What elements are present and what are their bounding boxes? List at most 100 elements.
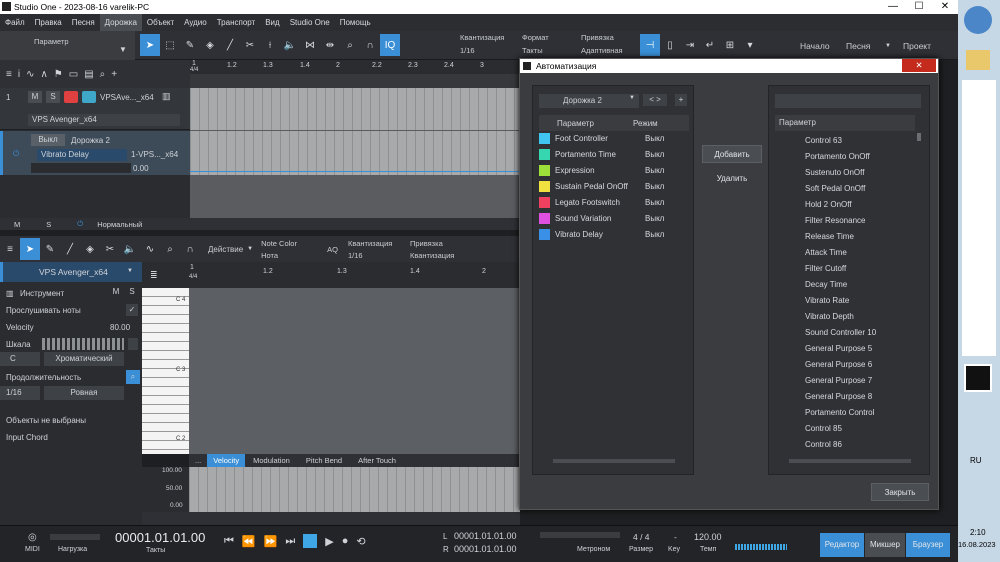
track-2[interactable]: Выкл Дорожка 2 ⏻ Vibrato Delay 1-VPS..._… [0, 131, 190, 175]
velocity-value[interactable]: 80.00 [110, 323, 130, 332]
lane-tab-pitch-bend[interactable]: Pitch Bend [298, 456, 350, 465]
add-track-icon[interactable]: + [675, 94, 687, 106]
horizontal-scrollbar[interactable] [190, 218, 520, 230]
snap-magnet-icon[interactable]: ∩ [360, 34, 380, 56]
available-param-row[interactable]: Decay Time [775, 277, 915, 293]
available-param-row[interactable]: Vibrato Rate [775, 293, 915, 309]
mute-tool-icon[interactable]: ✂ [100, 238, 120, 260]
available-param-row[interactable]: General Purpose 5 [775, 341, 915, 357]
zoom-tool-icon[interactable]: ⌕ [160, 238, 180, 260]
track-2-lane[interactable] [190, 131, 520, 175]
forward-icon[interactable]: ⏩ [264, 535, 278, 548]
mute-tool-icon[interactable]: ✂ [240, 34, 260, 56]
available-param-row[interactable]: Portamento OnOff [775, 149, 915, 165]
pencil-tool-icon[interactable]: ✎ [40, 238, 60, 260]
automation-value-bar[interactable] [31, 163, 131, 173]
automation-param-row[interactable]: Expression Выкл [539, 163, 689, 179]
add-track-icon[interactable]: + [111, 69, 117, 80]
remove-button[interactable]: Удалить [702, 169, 762, 187]
available-param-row[interactable]: Control 63 [775, 133, 915, 149]
param-mode[interactable]: Выкл [645, 147, 664, 163]
maximize-button[interactable]: ☐ [906, 0, 932, 14]
pencil-tool-icon[interactable]: ✎ [180, 34, 200, 56]
scale-keyboard[interactable] [42, 338, 124, 350]
return-zero-icon[interactable]: ⏮ [224, 535, 234, 548]
view-mode[interactable]: Нормальный [97, 220, 142, 229]
eraser-tool-icon[interactable]: ◈ [80, 238, 100, 260]
snap-control[interactable]: Привязка Адаптивная [581, 33, 637, 55]
format-control[interactable]: Формат Такты [522, 33, 577, 55]
automation-param-select[interactable]: Vibrato Delay [37, 149, 127, 161]
mute-button[interactable]: M [110, 287, 122, 299]
vertical-scrollbar[interactable] [917, 133, 921, 141]
metronome-slider[interactable] [540, 532, 620, 538]
curve-icon[interactable]: ∧ [40, 69, 47, 80]
arrow-tool-icon[interactable]: ➤ [140, 34, 160, 56]
start-orb-icon[interactable] [964, 6, 992, 34]
close-dialog-button[interactable]: Закрыть [871, 483, 929, 501]
menu-song[interactable]: Песня [67, 14, 100, 31]
menu-track[interactable]: Дорожка [99, 14, 142, 31]
left-locator[interactable]: 00001.01.01.00 [454, 531, 517, 541]
loop-follow-icon[interactable]: ↵ [700, 34, 720, 56]
arranger-icon[interactable]: ▭ [69, 69, 78, 80]
info-icon[interactable]: i [18, 69, 20, 80]
available-param-row[interactable]: Filter Resonance [775, 213, 915, 229]
grid-menu-icon[interactable]: ⊞ [720, 34, 740, 56]
rewind-icon[interactable]: ⏪ [242, 535, 256, 548]
right-locator[interactable]: 00001.01.01.00 [454, 544, 517, 554]
browser-toggle[interactable]: Браузер [906, 533, 950, 557]
snap-grid-icon[interactable]: ⊣ [640, 34, 660, 56]
search-icon[interactable]: ⌕ [126, 370, 140, 384]
automation-icon[interactable]: ∿ [26, 69, 34, 80]
zoom-tool-icon[interactable]: ⌕ [340, 34, 360, 56]
automation-param-row[interactable]: Legato Footswitch Выкл [539, 195, 689, 211]
available-param-row[interactable]: Release Time [775, 229, 915, 245]
track-select[interactable]: Дорожка 2 [539, 94, 639, 108]
global-tracks-icon[interactable]: ▤ [84, 69, 93, 80]
listen-notes-checkbox[interactable]: ✓ [126, 304, 138, 316]
prev-next-track[interactable]: < > [643, 94, 667, 106]
menu-object[interactable]: Объект [142, 14, 179, 31]
menu-edit[interactable]: Правка [30, 14, 67, 31]
quantize-control[interactable]: Квантизация 1/16 [460, 33, 520, 55]
transient-tool-icon[interactable]: ⇹ [320, 34, 340, 56]
piano-keyboard[interactable]: C 4 C 3 C 2 [142, 288, 189, 454]
track-1[interactable]: 1 M S VPSAve..._x64 ▥ VPS Avenger_x64 [0, 88, 190, 130]
available-param-row[interactable]: Control 85 [775, 421, 915, 437]
monitor-button[interactable] [82, 91, 96, 103]
zoom-icon[interactable]: ⌕ [100, 69, 106, 80]
aq-button[interactable]: AQ [327, 245, 338, 254]
start-button[interactable]: Начало [800, 41, 830, 51]
menu-view[interactable]: Вид [260, 14, 284, 31]
menu-file[interactable]: Файл [0, 14, 30, 31]
bend-tool-icon[interactable]: ⋈ [300, 34, 320, 56]
search-input[interactable] [775, 94, 921, 108]
available-param-row[interactable]: General Purpose 7 [775, 373, 915, 389]
automation-param-row[interactable]: Portamento Time Выкл [539, 147, 689, 163]
explorer-icon[interactable] [966, 50, 990, 70]
available-param-row[interactable]: Attack Time [775, 245, 915, 261]
menu-help[interactable]: Помощь [335, 14, 376, 31]
project-button[interactable]: Проект [903, 41, 931, 51]
stop-icon[interactable] [303, 534, 318, 548]
iq-button[interactable]: IQ [380, 34, 400, 56]
available-param-row[interactable]: Vibrato Depth [775, 309, 915, 325]
track-instrument[interactable]: VPS Avenger_x64 [28, 114, 180, 126]
menu-icon[interactable]: ≡ [0, 238, 20, 260]
available-param-row[interactable]: Sustenuto OnOff [775, 165, 915, 181]
song-button[interactable]: Песня [846, 41, 870, 51]
power-icon[interactable]: ⏻ [13, 149, 19, 159]
record-icon[interactable]: ● [342, 535, 349, 547]
automation-param-row[interactable]: Sustain Pedal OnOff Выкл [539, 179, 689, 195]
automation-close-x[interactable]: ✕ [902, 59, 936, 72]
action-menu[interactable]: Действие [208, 245, 243, 254]
tempo-value[interactable]: 120.00 [694, 532, 722, 542]
automation-param-row[interactable]: Sound Variation Выкл [539, 211, 689, 227]
power-icon[interactable]: ⏻ [77, 219, 83, 229]
available-param-row[interactable]: Soft Pedal OnOff [775, 181, 915, 197]
position-display[interactable]: 00001.01.01.00 [115, 530, 205, 545]
arrow-tool-icon[interactable]: ➤ [20, 238, 40, 260]
param-mode[interactable]: Выкл [645, 195, 664, 211]
horizontal-scrollbar[interactable] [775, 456, 925, 466]
